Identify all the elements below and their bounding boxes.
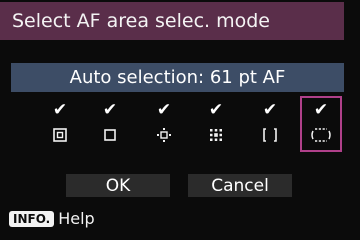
ok-button[interactable]: OK: [66, 174, 170, 197]
selected-mode-display: Auto selection: 61 pt AF: [11, 63, 344, 92]
check-icon: ✔: [52, 100, 68, 120]
check-icon: ✔: [102, 100, 118, 120]
ok-button-label: OK: [105, 175, 131, 196]
single-point-af-icon: [100, 128, 120, 142]
menu-title-bar: Select AF area selec. mode: [0, 2, 344, 40]
cancel-button[interactable]: Cancel: [188, 174, 292, 197]
auto-selection-61pt-icon: [308, 128, 334, 142]
af-mode-option-single-point[interactable]: ✔: [90, 96, 130, 152]
af-mode-option-spot[interactable]: ✔: [40, 96, 80, 152]
af-point-expansion-surround-icon: [206, 128, 226, 142]
help-hint: INFO. Help: [9, 209, 95, 228]
af-mode-option-zone[interactable]: ✔: [250, 96, 290, 152]
af-mode-option-expansion-surround[interactable]: ✔: [196, 96, 236, 152]
check-icon: ✔: [208, 100, 224, 120]
check-icon: ✔: [313, 100, 329, 120]
check-icon: ✔: [156, 100, 172, 120]
af-mode-options: ✔ ✔ ✔ ✔ ✔ ✔: [40, 96, 350, 152]
info-button-badge: INFO.: [9, 210, 55, 227]
selected-mode-label: Auto selection: 61 pt AF: [69, 67, 286, 88]
check-icon: ✔: [262, 100, 278, 120]
zone-af-icon: [260, 128, 280, 142]
spot-af-icon: [50, 128, 70, 142]
af-point-expansion-cross-icon: [154, 128, 174, 142]
menu-title: Select AF area selec. mode: [12, 10, 270, 32]
af-mode-option-auto-selection[interactable]: ✔: [300, 96, 342, 152]
help-label: Help: [58, 209, 95, 228]
af-mode-option-expansion-cross[interactable]: ✔: [144, 96, 184, 152]
cancel-button-label: Cancel: [211, 175, 269, 196]
